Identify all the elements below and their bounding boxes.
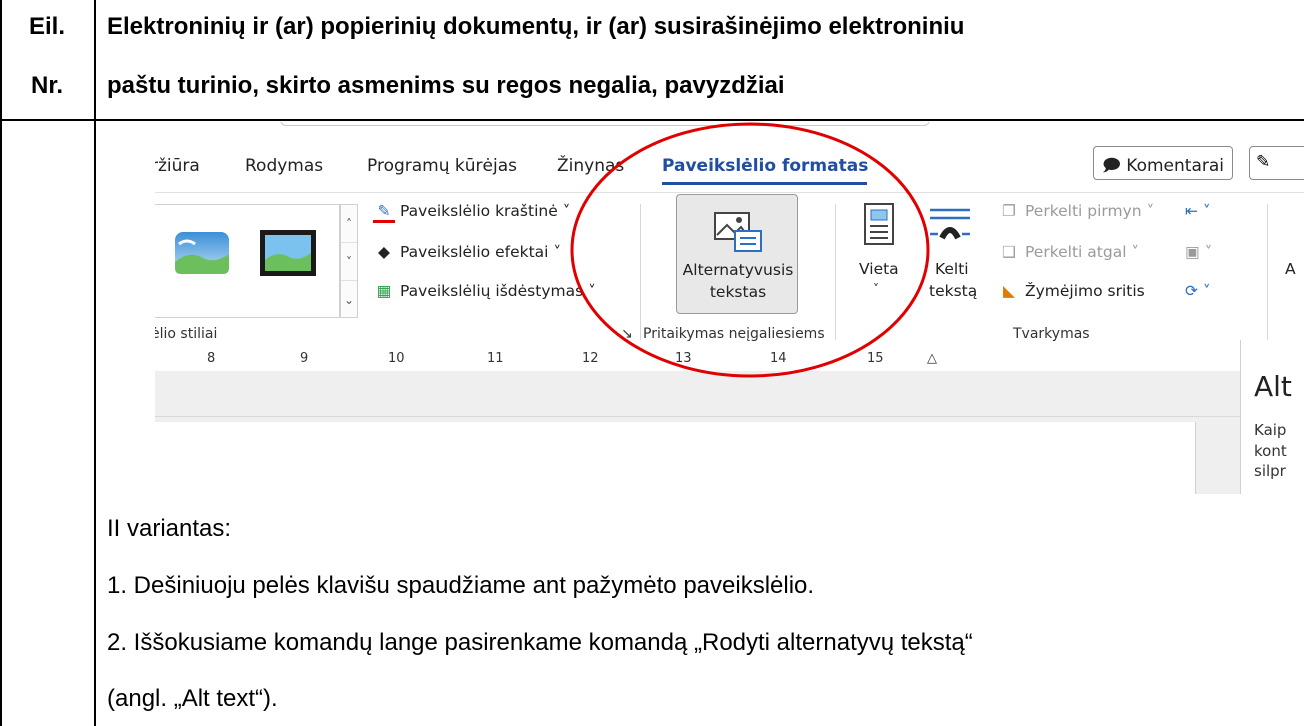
header-nr-label-2: Nr. [30,72,63,99]
pane-text-line: kont [1254,442,1287,460]
align-icon[interactable]: ⇤ ˅ [1185,202,1211,220]
selection-pane-label: Žymėjimo sritis [1025,282,1145,300]
size-group-letter: A [1285,260,1296,278]
ruler-number: 10 [388,351,405,366]
wrap-text-label[interactable]: Kelti [935,260,969,278]
gallery-scroll[interactable]: ˄ ˅ ⌄ [340,204,358,318]
wrap-text-label-2[interactable]: tekstą [929,282,977,300]
gallery-down-icon[interactable]: ˅ [341,243,357,281]
pen-border-icon: ✎ [373,202,395,223]
ribbon-separator [1267,204,1268,340]
send-backward-icon: ❑ [1002,243,1016,261]
gallery-up-icon[interactable]: ˄ [341,205,357,243]
effects-icon: ◆ [378,243,390,261]
chevron-down-icon: ˅ [1126,243,1140,261]
selection-pane-icon: ◣ [1003,282,1015,300]
ruler-number: 9 [300,351,309,366]
send-backward-command[interactable]: ❑ Perkelti atgal ˅ [998,243,1139,261]
group-arrange: Tvarkymas [1013,326,1090,342]
picture-style-soft-edge-icon[interactable] [173,228,231,278]
step-1: 1. Dešiniuoju pelės klavišu spaudžiame a… [107,572,815,599]
page-edge [1195,422,1196,494]
table-header-divider [0,119,1304,121]
alt-text-pane: Alt Kaip kont silpr [1240,340,1304,494]
bring-forward-icon: ❐ [1002,202,1016,220]
ruler-number: 11 [487,351,504,366]
send-backward-label: Perkelti atgal [1025,243,1127,261]
chevron-down-icon: ˅ [548,243,562,261]
table-column-divider [94,0,96,726]
picture-effects-command[interactable]: ◆ Paveikslėlio efektai ˅ [373,243,561,261]
comments-button[interactable]: 🗩 Komentarai [1093,146,1233,180]
document-table: Eil. Nr. Elektroninių ir (ar) popierinių… [0,0,1304,726]
layout-icon: ▦ [376,282,392,300]
highlight-circle [570,122,930,378]
picture-border-command[interactable]: ✎ Paveikslėlio kraštinė ˅ [373,202,570,223]
tab-review[interactable]: ržiūra [155,156,200,176]
wrap-text-icon[interactable] [928,204,972,244]
bring-forward-label: Perkelti pirmyn [1025,202,1142,220]
group-picture-styles: ėlio stiliai [155,326,218,342]
picture-effects-label: Paveikslėlio efektai [400,243,549,261]
step-2: 2. Iššokusiame komandų lange pasirenkame… [107,629,973,656]
picture-layout-command[interactable]: ▦ Paveikslėlių išdėstymas ˅ [373,282,596,300]
gallery-more-icon[interactable]: ⌄ [341,281,357,319]
alt-text-pane-title: Alt [1254,370,1292,403]
editing-button[interactable]: ✎ [1249,146,1304,180]
header-title-2: paštu turinio, skirto asmenims su regos … [107,72,785,99]
selection-pane-command[interactable]: ◣ Žymėjimo sritis [998,282,1145,300]
page-top-border [155,416,1240,417]
step-2-continued: (angl. „Alt text“). [107,685,278,712]
header-title: Elektroninių ir (ar) popierinių dokument… [107,13,965,40]
bring-forward-command[interactable]: ❐ Perkelti pirmyn ˅ [998,202,1154,220]
pane-text-line: Kaip [1254,421,1287,439]
pen-icon: ✎ [1256,152,1271,172]
pane-text-line: silpr [1254,462,1286,480]
comments-button-label: Komentarai [1126,156,1224,176]
group-objects-icon[interactable]: ▣ ˅ [1185,243,1212,261]
table-border-left [0,0,2,726]
picture-border-label: Paveikslėlio kraštinė [400,202,558,220]
document-page[interactable] [155,422,1195,494]
word-ribbon-screenshot: ržiūra Rodymas Programų kūrėjas Žinynas … [155,122,1304,494]
tab-view[interactable]: Rodymas [245,156,323,176]
chevron-down-icon: ˅ [1141,202,1155,220]
tab-developer[interactable]: Programų kūrėjas [367,156,517,176]
rotate-icon[interactable]: ⟳ ˅ [1185,282,1211,300]
picture-layout-label: Paveikslėlių išdėstymas [400,282,584,300]
picture-style-black-frame-icon[interactable] [259,228,317,278]
header-nr-label: Eil. [28,13,65,40]
comment-icon: 🗩 [1102,156,1121,176]
ruler-number: 8 [207,351,216,366]
variant-heading: II variantas: [107,515,232,542]
